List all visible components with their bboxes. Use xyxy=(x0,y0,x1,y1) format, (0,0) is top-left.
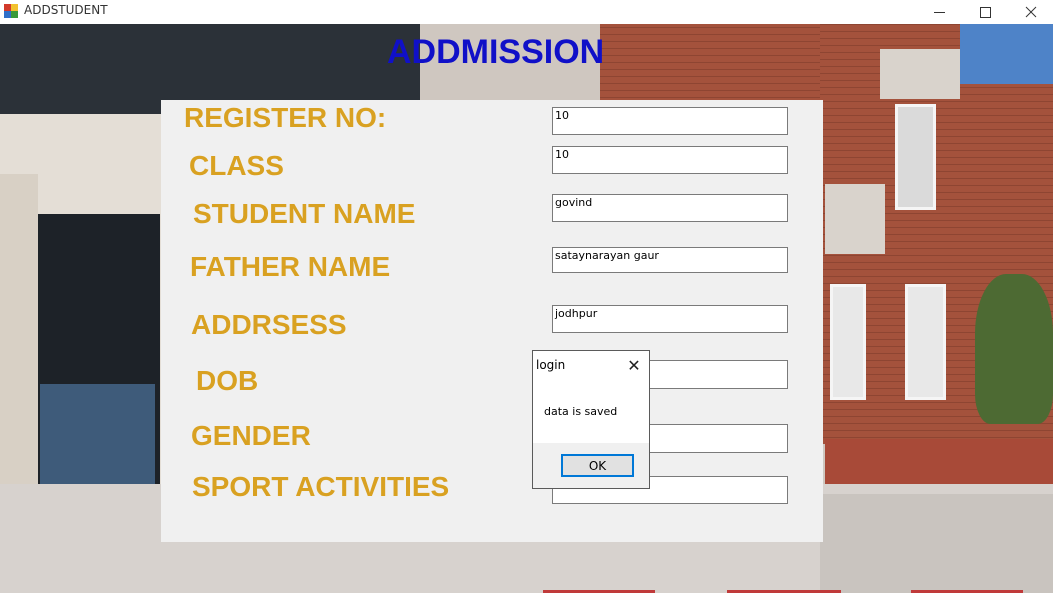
building-window xyxy=(895,104,936,210)
class-input[interactable]: 10 xyxy=(552,146,788,174)
ok-button[interactable]: OK xyxy=(561,454,634,477)
dialog-message: data is saved xyxy=(544,405,618,418)
class-label: CLASS xyxy=(189,150,284,181)
dialog-footer: OK xyxy=(533,443,649,488)
tree xyxy=(975,274,1053,424)
page-title: ADDMISSION xyxy=(387,33,605,71)
title-bar: ADDSTUDENT xyxy=(0,0,1053,24)
dialog-title: login xyxy=(536,358,566,372)
gender-label: GENDER xyxy=(191,420,311,451)
brick-wall-top xyxy=(600,24,830,104)
balcony xyxy=(825,184,885,254)
father-name-label: FATHER NAME xyxy=(190,251,391,282)
close-icon: ✕ xyxy=(627,355,641,375)
dob-label: DOB xyxy=(196,365,259,396)
minimize-icon xyxy=(933,11,945,13)
sky xyxy=(960,24,1053,84)
app-icon xyxy=(4,4,18,18)
planter xyxy=(825,439,1053,489)
maximize-icon xyxy=(979,6,991,18)
maximize-button[interactable] xyxy=(962,0,1008,24)
close-button[interactable] xyxy=(1008,0,1053,24)
close-icon xyxy=(1025,6,1037,18)
ground-shadow xyxy=(820,494,1053,593)
dialog-close-button[interactable]: ✕ xyxy=(625,355,643,375)
student-name-input[interactable]: govind xyxy=(552,194,788,222)
building-window xyxy=(830,284,866,400)
register-no-input[interactable]: 10 xyxy=(552,107,788,135)
father-name-input[interactable]: sataynarayan gaur xyxy=(552,247,788,273)
addstudent-window: ADDSTUDENT ADDMISSION REGISTER NO: CLASS… xyxy=(0,0,1053,593)
register-no-label: REGISTER NO: xyxy=(184,102,387,133)
address-input[interactable]: jodhpur xyxy=(552,305,788,333)
address-label: ADDRSESS xyxy=(191,309,347,340)
minimize-button[interactable] xyxy=(916,0,962,24)
balcony xyxy=(880,49,960,99)
building-window xyxy=(905,284,946,400)
sport-activities-label: SPORT ACTIVITIES xyxy=(192,471,450,502)
window-title: ADDSTUDENT xyxy=(24,3,108,17)
student-name-label: STUDENT NAME xyxy=(193,198,416,229)
message-dialog: login ✕ data is saved OK xyxy=(532,350,650,489)
